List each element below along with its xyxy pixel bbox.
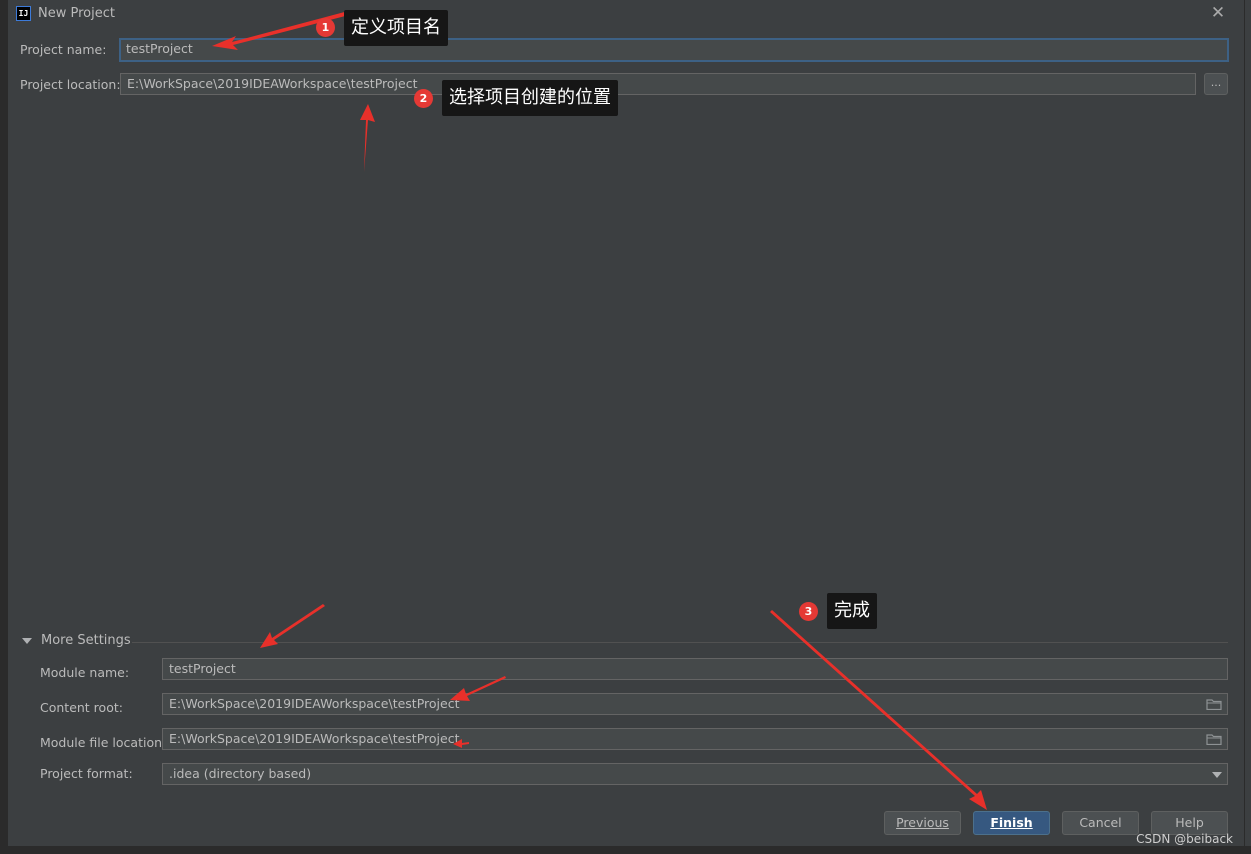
annotation-badge-3: 3 — [799, 602, 818, 621]
annotation-badge-1: 1 — [316, 18, 335, 37]
annotation-callout-3: 完成 — [827, 593, 877, 629]
watermark: CSDN @beiback — [1136, 832, 1233, 846]
arrow-to-project-location — [360, 104, 375, 172]
annotation-callout-2: 选择项目创建的位置 — [442, 80, 618, 116]
arrow-to-content-root — [450, 676, 506, 701]
annotation-arrows — [212, 10, 987, 810]
arrow-to-more-settings — [260, 604, 325, 648]
arrow-to-finish — [770, 610, 987, 810]
annotation-badge-2: 2 — [414, 89, 433, 108]
arrow-to-module-file-location — [453, 739, 469, 748]
annotation-callout-1: 定义项目名 — [344, 10, 448, 46]
